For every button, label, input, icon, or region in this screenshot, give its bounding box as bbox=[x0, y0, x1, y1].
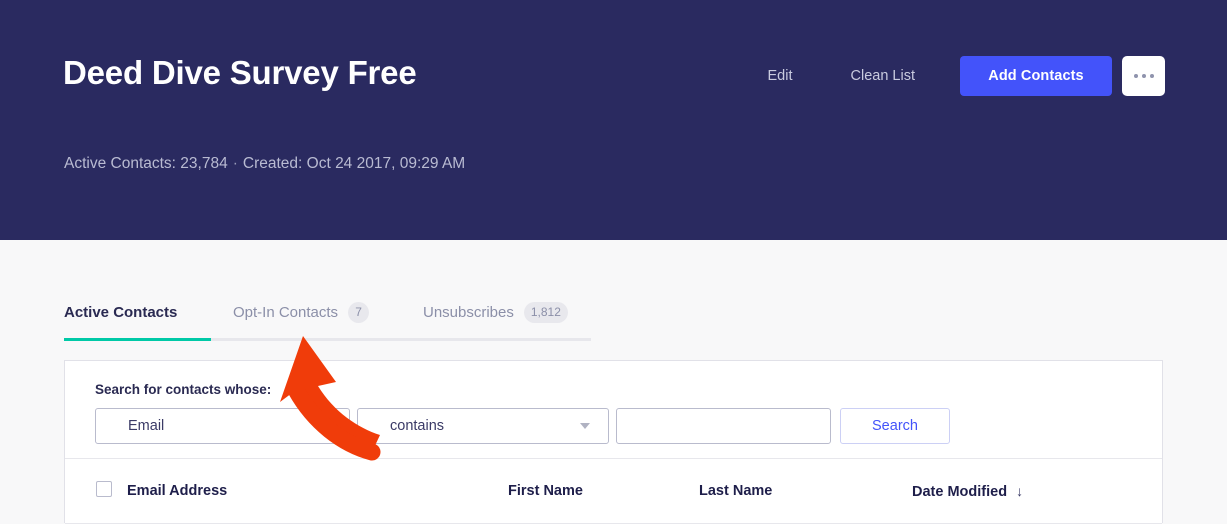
tab-gap bbox=[401, 298, 423, 341]
contacts-card: Search for contacts whose: Email contain… bbox=[64, 360, 1163, 524]
column-header-label: Date Modified bbox=[912, 484, 1008, 500]
tab-label: Opt-In Contacts bbox=[233, 303, 339, 321]
clean-list-button[interactable]: Clean List bbox=[851, 68, 915, 84]
more-options-button[interactable] bbox=[1122, 56, 1165, 96]
search-label: Search for contacts whose: bbox=[95, 382, 272, 397]
contacts-table-header: Email Address First Name Last Name Date … bbox=[65, 459, 1162, 524]
tab-unsubscribes[interactable]: Unsubscribes 1,812 bbox=[423, 298, 591, 341]
search-operator-select-value: contains bbox=[390, 418, 445, 434]
chevron-down-icon bbox=[321, 423, 331, 429]
column-header-email-address[interactable]: Email Address bbox=[127, 483, 227, 499]
search-button[interactable]: Search bbox=[840, 408, 950, 444]
tab-label: Unsubscribes bbox=[423, 303, 514, 321]
column-header-date-modified[interactable]: Date Modified ↓ bbox=[912, 483, 1023, 500]
page-title: Deed Dive Survey Free bbox=[63, 54, 417, 91]
tab-active-contacts[interactable]: Active Contacts bbox=[64, 298, 211, 341]
created-date: Created: Oct 24 2017, 09:29 AM bbox=[242, 155, 466, 172]
select-all-checkbox[interactable] bbox=[96, 481, 112, 497]
ellipsis-icon bbox=[1149, 74, 1154, 78]
header-meta: Active Contacts: 23,784 · Created: Oct 24 … bbox=[64, 155, 465, 173]
ellipsis-icon bbox=[1133, 74, 1138, 78]
edit-button[interactable]: Edit bbox=[768, 68, 793, 84]
tab-opt-in-contacts[interactable]: Opt-In Contacts 7 bbox=[233, 298, 401, 341]
search-section: Search for contacts whose: Email contain… bbox=[65, 361, 1162, 459]
meta-separator: · bbox=[232, 155, 238, 172]
search-field-select-value: Email bbox=[128, 418, 165, 434]
add-contacts-button[interactable]: Add Contacts bbox=[960, 56, 1112, 96]
search-term-input-field[interactable] bbox=[627, 417, 820, 435]
arrow-down-icon: ↓ bbox=[1016, 483, 1024, 499]
chevron-down-icon bbox=[580, 423, 590, 429]
contact-list-page: Deed Dive Survey Free Active Contacts: 2… bbox=[0, 0, 1227, 524]
ellipsis-icon bbox=[1141, 74, 1146, 78]
tab-label: Active Contacts bbox=[64, 303, 178, 321]
active-contacts-count: Active Contacts: 23,784 bbox=[64, 155, 228, 172]
tab-badge: 1,812 bbox=[523, 301, 568, 323]
search-term-input[interactable] bbox=[616, 408, 831, 444]
search-field-select[interactable]: Email bbox=[95, 408, 350, 444]
column-header-last-name[interactable]: Last Name bbox=[699, 483, 772, 499]
header-actions: Edit Clean List Add Contacts bbox=[768, 55, 1165, 97]
search-operator-select[interactable]: contains bbox=[357, 408, 609, 444]
page-header: Deed Dive Survey Free Active Contacts: 2… bbox=[0, 0, 1227, 240]
tab-badge: 7 bbox=[348, 301, 370, 323]
contact-tabs: Active Contacts Opt-In Contacts 7 Unsubs… bbox=[64, 298, 591, 341]
column-header-first-name[interactable]: First Name bbox=[508, 483, 583, 499]
tab-gap bbox=[211, 298, 233, 341]
